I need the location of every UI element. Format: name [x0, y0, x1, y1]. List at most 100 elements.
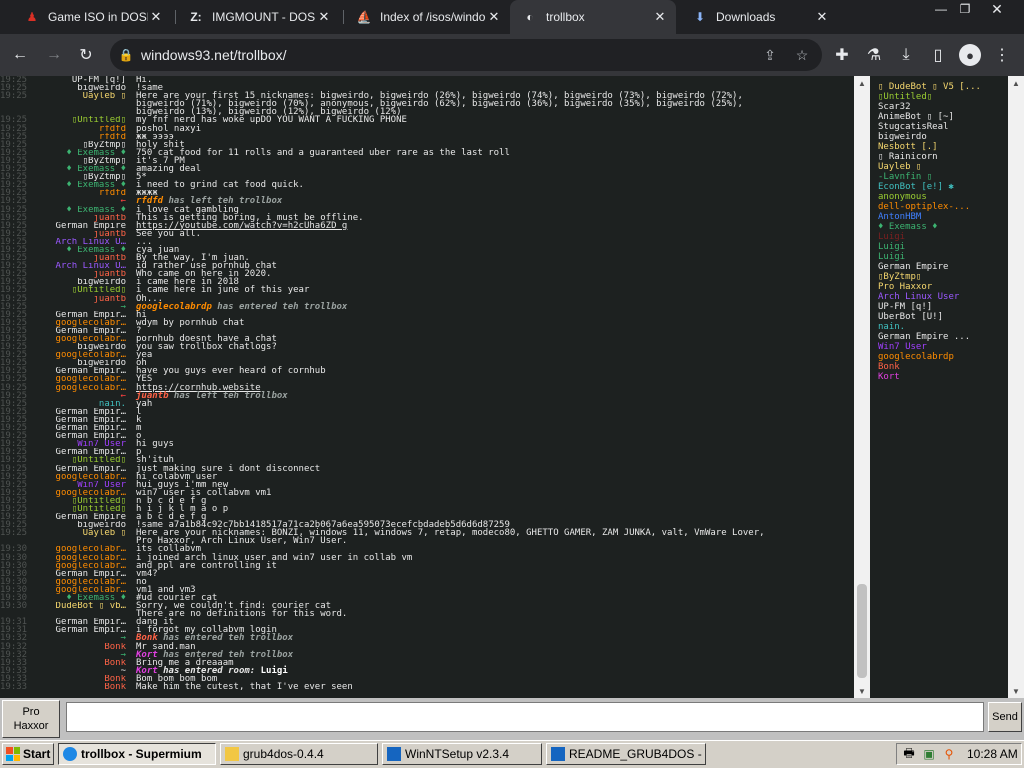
- back-arrow-icon[interactable]: ←: [6, 41, 34, 69]
- search-icon[interactable]: ⚲: [941, 746, 957, 762]
- user-list-item[interactable]: Luigi: [874, 242, 1008, 252]
- lab-flask-icon[interactable]: ⚗: [860, 41, 888, 69]
- message-nick[interactable]: German Empir…: [34, 424, 126, 432]
- user-list-item[interactable]: ▯ByZtmp▯: [874, 272, 1008, 282]
- message-nick[interactable]: ♦ Exemass ♦: [34, 149, 126, 157]
- message-nick[interactable]: juantb: [34, 214, 126, 222]
- message-nick[interactable]: rfdfd: [34, 189, 126, 197]
- message-nick[interactable]: googlecolabr…: [34, 578, 126, 586]
- message-nick[interactable]: ♦ Exemass ♦: [34, 181, 126, 189]
- message-nick[interactable]: juantb: [34, 230, 126, 238]
- user-list-item[interactable]: Scar32: [874, 102, 1008, 112]
- scroll-down-arrow-icon[interactable]: ▼: [1008, 684, 1024, 698]
- userlist-scrollbar[interactable]: ▲ ▼: [1008, 76, 1024, 698]
- user-list-item[interactable]: ▯ Rainicorn: [874, 152, 1008, 162]
- message-nick[interactable]: rfdfd: [34, 133, 126, 141]
- message-nick[interactable]: ▯ByZtmp▯: [34, 173, 126, 181]
- message-nick[interactable]: googlecolabr…: [34, 562, 126, 570]
- user-list-item[interactable]: ♦ Exemass ♦: [874, 222, 1008, 232]
- message-nick[interactable]: Arch Linux U…: [34, 238, 126, 246]
- message-nick[interactable]: German Empir…: [34, 408, 126, 416]
- user-list-item[interactable]: StugcatisReal: [874, 122, 1008, 132]
- close-icon[interactable]: ✕: [652, 9, 668, 25]
- tab-dosbox[interactable]: ♟ Game ISO in DOSBo ✕: [12, 0, 172, 34]
- message-nick[interactable]: Bonk: [34, 643, 126, 651]
- message-nick[interactable]: German Empir…: [34, 448, 126, 456]
- message-nick[interactable]: German Empir…: [34, 618, 126, 626]
- message-nick[interactable]: ▯Untitled▯: [34, 116, 126, 124]
- message-nick[interactable]: googlecolabr…: [34, 384, 126, 392]
- nickname-button[interactable]: Pro Haxxor: [2, 700, 60, 738]
- message-nick[interactable]: googlecolabr…: [34, 375, 126, 383]
- message-nick[interactable]: Uayleb ▯: [34, 529, 126, 537]
- taskbar-item-grub4dos[interactable]: grub4dos-0.4.4: [220, 743, 378, 765]
- close-icon[interactable]: ✕: [316, 9, 332, 25]
- message-nick[interactable]: Bonk: [34, 675, 126, 683]
- user-list-item[interactable]: AntonHBM: [874, 212, 1008, 222]
- tab-imgmount[interactable]: Z: IMGMOUNT - DOSB ✕: [176, 0, 340, 34]
- message-nick[interactable]: German Empire: [34, 222, 126, 230]
- message-nick[interactable]: Bonk: [34, 659, 126, 667]
- profile-avatar[interactable]: ●: [956, 41, 984, 69]
- message-nick[interactable]: bigweirdo: [34, 278, 126, 286]
- scrollbar-thumb[interactable]: [857, 584, 867, 678]
- message-nick[interactable]: rfdfd: [34, 125, 126, 133]
- scroll-up-arrow-icon[interactable]: ▲: [854, 76, 870, 90]
- user-list-item[interactable]: Arch Linux User: [874, 292, 1008, 302]
- user-list-item[interactable]: -Lavnfin ▯: [874, 172, 1008, 182]
- message-nick[interactable]: Win7 User: [34, 481, 126, 489]
- user-list-item[interactable]: Bonk: [874, 362, 1008, 372]
- close-icon[interactable]: ✕: [814, 9, 830, 25]
- message-input[interactable]: [66, 702, 984, 732]
- user-list-item[interactable]: Uayleb ▯: [874, 162, 1008, 172]
- message-nick[interactable]: googlecolabr…: [34, 319, 126, 327]
- chat-log[interactable]: 19:25 UP-FM [q!] Hi. 19:25 bigweirdo !same 19:…: [0, 76, 854, 698]
- message-nick[interactable]: Arch Linux U…: [34, 262, 126, 270]
- clock[interactable]: 10:28 AM: [967, 747, 1018, 761]
- send-button[interactable]: Send: [988, 702, 1022, 732]
- message-nick[interactable]: googlecolabr…: [34, 335, 126, 343]
- message-nick[interactable]: ▯ByZtmp▯: [34, 157, 126, 165]
- message-nick[interactable]: googlecolabr…: [34, 473, 126, 481]
- user-list-item[interactable]: nain.: [874, 322, 1008, 332]
- message-nick[interactable]: ~: [34, 667, 126, 675]
- lock-icon[interactable]: 🔒: [118, 47, 134, 63]
- message-nick[interactable]: [34, 108, 126, 116]
- window-close-icon[interactable]: ✕: [980, 0, 1014, 18]
- message-nick[interactable]: bigweirdo: [34, 359, 126, 367]
- message-nick[interactable]: [34, 537, 126, 545]
- user-list-item[interactable]: Luigi: [874, 232, 1008, 242]
- message-nick[interactable]: ♦ Exemass ♦: [34, 246, 126, 254]
- user-list-item[interactable]: German Empire: [874, 262, 1008, 272]
- message-nick[interactable]: googlecolabr…: [34, 545, 126, 553]
- message-nick[interactable]: googlecolabr…: [34, 554, 126, 562]
- message-nick[interactable]: bigweirdo: [34, 521, 126, 529]
- user-list-item[interactable]: anonymous: [874, 192, 1008, 202]
- message-nick[interactable]: →: [34, 634, 126, 642]
- message-nick[interactable]: →: [34, 651, 126, 659]
- tab-isos-index[interactable]: ⛵ Index of /isos/windo ✕: [344, 0, 510, 34]
- menu-kebab-icon[interactable]: ⋮: [988, 41, 1016, 69]
- close-icon[interactable]: ✕: [148, 9, 164, 25]
- start-button[interactable]: Start: [2, 743, 54, 765]
- chat-scrollbar[interactable]: ▲ ▼: [854, 76, 870, 698]
- user-list-item[interactable]: Kort: [874, 372, 1008, 382]
- message-nick[interactable]: ▯Untitled▯: [34, 456, 126, 464]
- message-nick[interactable]: juantb: [34, 254, 126, 262]
- message-nick[interactable]: UP-FM [q!]: [34, 76, 126, 84]
- message-nick[interactable]: ♦ Exemass ♦: [34, 165, 126, 173]
- message-nick[interactable]: ▯Untitled▯: [34, 505, 126, 513]
- user-list-item[interactable]: EconBot [e!] ✱: [874, 182, 1008, 192]
- message-nick[interactable]: Win7 User: [34, 440, 126, 448]
- system-nick[interactable]: googlecolabrdp: [136, 302, 212, 312]
- taskbar-item-readme[interactable]: README_GRUB4DOS - ...: [546, 743, 706, 765]
- reload-icon[interactable]: ↻: [72, 41, 100, 69]
- url-text[interactable]: windows93.net/trollbox/: [141, 39, 287, 71]
- message-nick[interactable]: German Empir…: [34, 311, 126, 319]
- user-list-item[interactable]: ▯ DudeBot ▯ V5 [...: [874, 82, 1008, 92]
- message-nick[interactable]: nain.: [34, 400, 126, 408]
- user-list-item[interactable]: Pro Haxxor: [874, 282, 1008, 292]
- taskbar-item-trollbox[interactable]: trollbox - Supermium: [58, 743, 216, 765]
- message-nick[interactable]: bigweirdo: [34, 343, 126, 351]
- message-nick[interactable]: German Empir…: [34, 465, 126, 473]
